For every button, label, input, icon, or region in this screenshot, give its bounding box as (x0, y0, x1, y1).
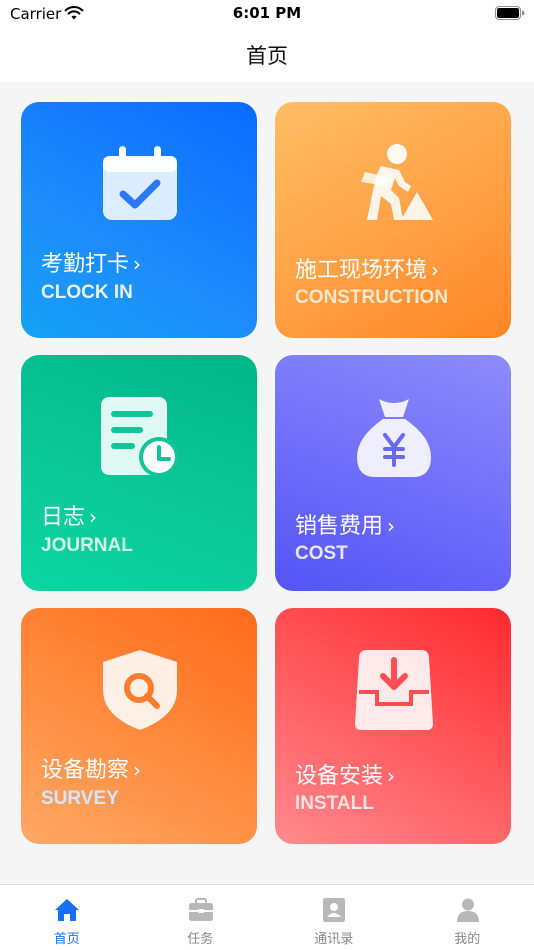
briefcase-icon (188, 898, 213, 921)
construction-worker-icon (361, 144, 433, 220)
card-subtitle: JOURNAL (41, 535, 133, 556)
tab-label: 通讯录 (314, 932, 354, 947)
calendar-check-icon (103, 146, 177, 220)
tab-label: 我的 (454, 932, 481, 947)
tab-profile[interactable]: 我的 (401, 885, 534, 950)
tab-contacts[interactable]: 通讯录 (267, 885, 401, 950)
card-journal[interactable]: 日志 › JOURNAL (21, 355, 257, 591)
battery-icon (495, 6, 525, 20)
contacts-icon (323, 898, 345, 922)
shield-search-icon (103, 650, 177, 730)
card-cost[interactable]: 销售费用 › COST (275, 355, 511, 591)
card-subtitle: SURVEY (41, 788, 119, 809)
card-construction[interactable]: 施工现场环境 › CONSTRUCTION (275, 102, 511, 338)
navigation-bar: 首页 (0, 28, 534, 82)
feature-grid: 考勤打卡 › CLOCK IN 施工现场环境 › CONSTRUCTION 日志 › (0, 82, 534, 884)
tab-label: 任务 (187, 932, 214, 947)
card-title: 设备安装 › (295, 764, 396, 789)
card-title: 考勤打卡 › (41, 252, 142, 277)
card-title: 销售费用 › (295, 514, 396, 539)
money-bag-icon (357, 399, 431, 477)
card-title: 设备勘察 › (41, 758, 142, 783)
card-title: 施工现场环境 › (295, 258, 440, 283)
tab-home[interactable]: 首页 (0, 885, 134, 950)
card-title: 日志 › (41, 505, 98, 530)
card-subtitle: CONSTRUCTION (295, 287, 449, 308)
card-subtitle: CLOCK IN (41, 282, 133, 303)
tab-label: 首页 (53, 932, 80, 947)
home-icon (55, 899, 79, 921)
download-tray-icon (355, 650, 433, 730)
tab-bar: 首页 任务 通讯录 我的 (0, 884, 534, 950)
card-install[interactable]: 设备安装 › INSTALL (275, 608, 511, 844)
card-subtitle: COST (295, 543, 348, 564)
card-subtitle: INSTALL (295, 793, 374, 814)
person-icon (456, 898, 479, 922)
page-title: 首页 (246, 44, 288, 68)
tab-tasks[interactable]: 任务 (134, 885, 268, 950)
card-clock-in[interactable]: 考勤打卡 › CLOCK IN (21, 102, 257, 338)
journal-clock-icon (101, 397, 179, 477)
card-survey[interactable]: 设备勘察 › SURVEY (21, 608, 257, 844)
status-bar: Carrier 6:01 PM (0, 0, 534, 28)
clock: 6:01 PM (232, 4, 302, 22)
